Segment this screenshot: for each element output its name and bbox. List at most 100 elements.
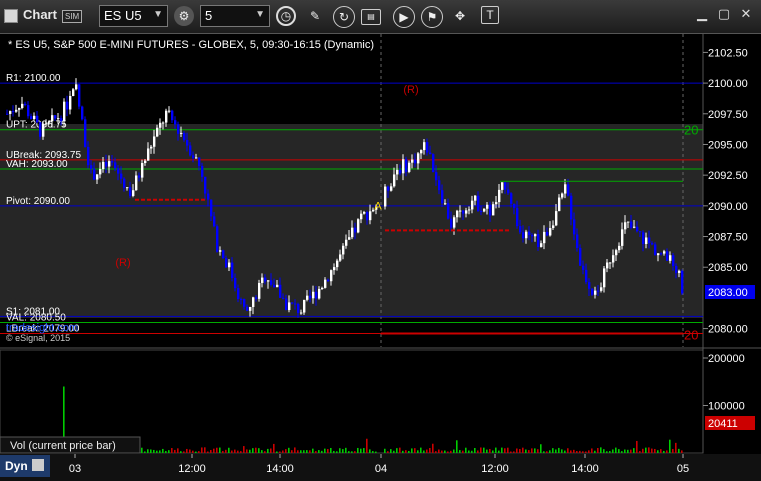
candle-body	[561, 193, 564, 198]
chart-toolbar: Chart SIM ES U5 ▼ ⚙ 5 ▼ ◷ ✎ ↻ ▤ ▶ ⚑ ✥ T …	[0, 0, 761, 34]
candle-body	[132, 190, 135, 196]
candle-body	[105, 161, 108, 167]
candle-body	[486, 204, 489, 209]
candle-body	[540, 243, 543, 247]
close-icon[interactable]: ✕	[737, 5, 755, 23]
candle-body	[171, 110, 174, 121]
play-icon[interactable]: ▶	[393, 6, 415, 28]
candle-body	[51, 115, 54, 122]
volume-bar	[339, 448, 341, 453]
volume-bar	[594, 450, 596, 453]
volume-bar	[294, 447, 296, 453]
candle-body	[273, 284, 276, 288]
volume-bar	[147, 449, 149, 453]
candle-body	[351, 227, 354, 238]
candle-body	[192, 155, 195, 159]
candle-body	[213, 216, 216, 227]
volume-bar	[630, 449, 632, 453]
candle-body	[129, 187, 132, 196]
candle-body	[456, 210, 459, 218]
volume-bar	[255, 447, 257, 453]
candle-body	[483, 208, 486, 212]
candle-body	[468, 209, 471, 211]
volume-bar	[309, 450, 311, 453]
volume-bar	[408, 450, 410, 453]
candle-body	[426, 142, 429, 153]
volume-bar	[648, 447, 650, 453]
candle-body	[333, 267, 336, 271]
volume-bar	[297, 450, 299, 453]
volume-bar	[585, 451, 587, 453]
candle-body	[111, 161, 114, 163]
volume-bar	[564, 450, 566, 453]
candle-body	[432, 154, 435, 173]
volume-bar	[465, 447, 467, 453]
volume-bar	[651, 448, 653, 453]
candle-body	[231, 262, 234, 278]
chart-canvas[interactable]: R1: 2100.00UPT: 2096.75UBreak: 2093.75VA…	[0, 34, 761, 481]
volume-bar	[606, 451, 608, 453]
volume-bar	[522, 447, 524, 453]
candle-body	[546, 231, 549, 236]
volume-bar	[615, 447, 617, 453]
volume-bar	[270, 448, 272, 453]
candle-body	[417, 153, 420, 164]
candle-body	[516, 207, 519, 227]
candle-body	[75, 84, 78, 90]
candle-body	[303, 299, 306, 313]
text-box-icon[interactable]: T	[481, 6, 499, 24]
volume-bar	[543, 451, 545, 453]
volume-bar	[348, 451, 350, 453]
candle-body	[492, 204, 495, 216]
candle-body	[423, 142, 426, 151]
volume-bar	[192, 450, 194, 453]
volume-bar	[282, 450, 284, 453]
candle-body	[219, 250, 222, 252]
candle-body	[174, 120, 177, 125]
candle-body	[177, 124, 180, 134]
volume-bar	[519, 449, 521, 453]
minimize-icon[interactable]: ▁	[693, 5, 711, 23]
volume-bar	[387, 451, 389, 453]
candle-body	[393, 174, 396, 187]
symbol-combo[interactable]: ES U5 ▼	[99, 5, 168, 27]
volume-bar	[459, 450, 461, 453]
volume-bar	[183, 451, 185, 453]
volume-bar	[561, 449, 563, 453]
volume-bar	[360, 448, 362, 453]
pencil-icon[interactable]: ✎	[305, 6, 325, 26]
volume-title: Vol (current price bar)	[10, 440, 116, 452]
candle-body	[429, 152, 432, 155]
chart-type-icon[interactable]: ▤	[361, 9, 381, 25]
candle-body	[357, 219, 360, 233]
volume-bar	[654, 448, 656, 453]
candle-body	[528, 231, 531, 236]
candle-body	[297, 303, 300, 313]
volume-bar	[534, 448, 536, 453]
candle-body	[408, 162, 411, 172]
volume-bar	[285, 449, 287, 453]
volume-bar	[666, 450, 668, 453]
volume-bar	[390, 449, 392, 453]
volume-bar	[438, 449, 440, 453]
interval-combo[interactable]: 5 ▼	[200, 5, 270, 27]
volume-bar	[195, 451, 197, 453]
maximize-icon[interactable]: ▢	[715, 5, 733, 23]
clock-icon[interactable]: ◷	[276, 6, 296, 26]
volume-bar	[351, 451, 353, 453]
candle-body	[606, 262, 609, 269]
candle-body	[345, 239, 348, 246]
volume-bar	[642, 448, 644, 453]
zoom-icon[interactable]	[32, 459, 44, 471]
tools-icon[interactable]: ✥	[450, 6, 470, 26]
volume-bar	[627, 449, 629, 453]
candle-body	[138, 175, 141, 178]
candle-body	[507, 189, 510, 194]
alert-icon[interactable]: ⚑	[421, 6, 443, 28]
settings-gear-icon[interactable]: ⚙	[174, 6, 194, 26]
volume-bar	[639, 451, 641, 453]
refresh-icon[interactable]: ↻	[333, 6, 355, 28]
candle-body	[315, 291, 318, 299]
volume-bar	[501, 447, 503, 453]
volume-bar	[420, 447, 422, 453]
